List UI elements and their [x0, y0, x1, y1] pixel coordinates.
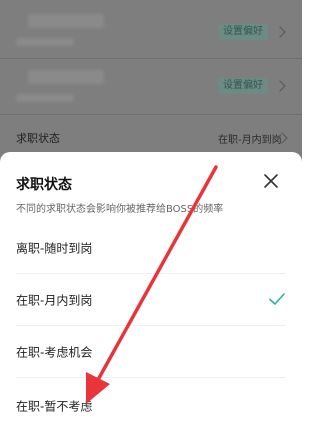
- option-label: 在职-考虑机会: [16, 345, 93, 360]
- blurred-text-1: [28, 14, 104, 28]
- divider: [0, 58, 302, 59]
- blurred-text-1b: [16, 38, 74, 46]
- option-label: 在职-月内到岗: [16, 293, 93, 308]
- preference-tag-1[interactable]: 设置偏好: [218, 24, 268, 40]
- sheet-subtitle: 不同的求职状态会影响你被推荐给BOSS的频率: [16, 204, 224, 215]
- job-status-sheet: 求职状态 不同的求职状态会影响你被推荐给BOSS的频率 离职-随时到岗 在职-月…: [0, 152, 302, 432]
- preference-tag-2[interactable]: 设置偏好: [218, 78, 268, 94]
- chevron-right-icon-2: [274, 80, 286, 92]
- option-label: 离职-随时到岗: [16, 241, 93, 256]
- divider: [0, 114, 302, 115]
- divider: [16, 377, 286, 378]
- close-icon[interactable]: [262, 172, 280, 190]
- option-resigned-anytime[interactable]: 离职-随时到岗: [0, 222, 302, 274]
- option-employed-within-month[interactable]: 在职-月内到岗: [0, 274, 302, 326]
- status-row-label: 求职状态: [16, 132, 60, 145]
- option-employed-not-considering[interactable]: 在职-暂不考虑: [0, 380, 302, 432]
- status-row-value[interactable]: 在职-月内到岗: [218, 131, 282, 146]
- blurred-text-2b: [16, 94, 74, 102]
- screen: 设置偏好 设置偏好 求职状态 在职-月内到岗 求职状态 不同的求职状态会影响你被…: [0, 0, 302, 432]
- sheet-title: 求职状态: [16, 177, 72, 193]
- blurred-text-2: [28, 70, 104, 84]
- chevron-right-icon-1: [274, 26, 286, 38]
- check-icon: [269, 293, 285, 305]
- option-employed-considering[interactable]: 在职-考虑机会: [0, 326, 302, 378]
- option-label: 在职-暂不考虑: [16, 399, 93, 414]
